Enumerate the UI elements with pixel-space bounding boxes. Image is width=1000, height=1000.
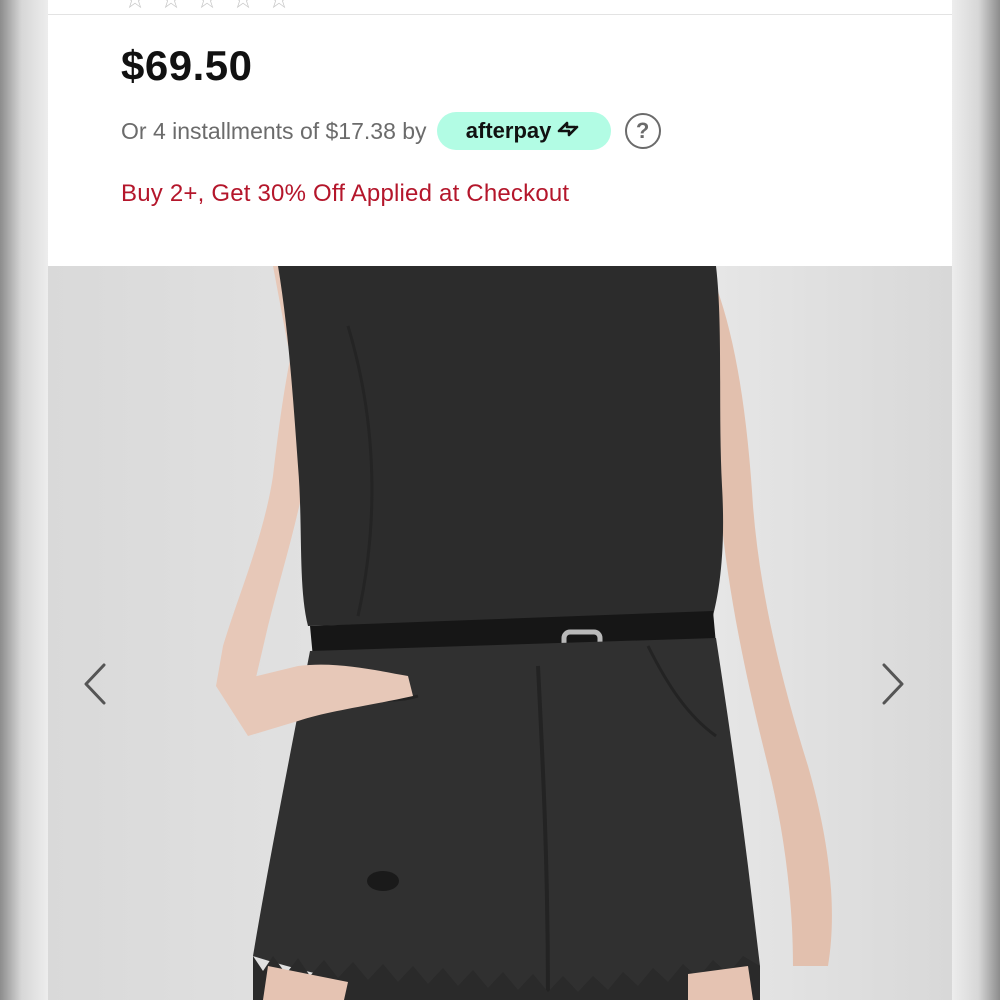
carousel-prev-button[interactable] bbox=[82, 662, 116, 712]
chevron-left-icon bbox=[84, 663, 106, 705]
afterpay-badge[interactable]: afterpay bbox=[436, 112, 611, 150]
chevron-right-icon bbox=[882, 663, 904, 705]
installments-text: Or 4 installments of $17.38 by bbox=[121, 117, 427, 144]
product-detail-page: ☆ ☆ ☆ ☆ ☆ $69.50 Or 4 installments of $1… bbox=[48, 0, 952, 1000]
star-icon: ☆ bbox=[192, 0, 222, 14]
question-icon[interactable]: ? bbox=[624, 113, 661, 149]
promo-message: Buy 2+, Get 30% Off Applied at Checkout bbox=[121, 180, 570, 207]
afterpay-installments: Or 4 installments of $17.38 by afterpay … bbox=[121, 110, 661, 152]
star-icon: ☆ bbox=[228, 0, 258, 14]
star-icon: ☆ bbox=[120, 0, 150, 14]
right-bezel bbox=[952, 0, 1000, 1000]
rating-stars[interactable]: ☆ ☆ ☆ ☆ ☆ bbox=[120, 0, 294, 14]
star-icon: ☆ bbox=[156, 0, 186, 14]
carousel-next-button[interactable] bbox=[880, 662, 914, 712]
divider bbox=[48, 14, 952, 15]
afterpay-label: afterpay bbox=[465, 118, 552, 143]
product-price: $69.50 bbox=[121, 42, 253, 89]
product-image[interactable] bbox=[48, 266, 952, 1000]
product-photo bbox=[216, 266, 832, 1000]
star-icon: ☆ bbox=[264, 0, 294, 14]
afterpay-arrows-icon bbox=[555, 120, 581, 143]
left-bezel bbox=[0, 0, 48, 1000]
